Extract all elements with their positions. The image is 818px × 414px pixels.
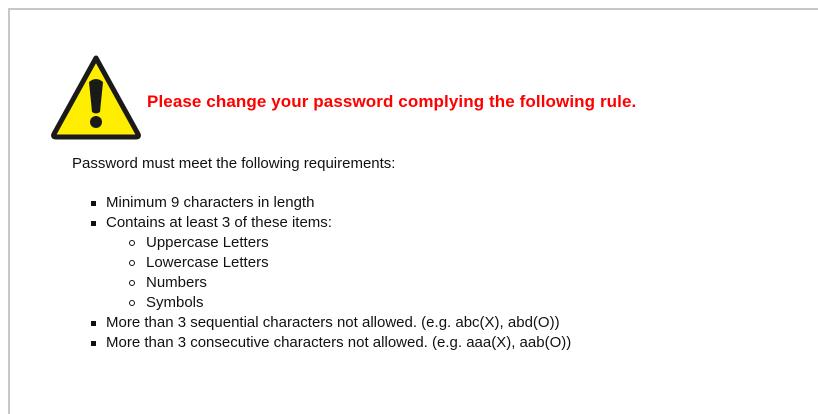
requirements-list: Minimum 9 characters in length Contains … bbox=[88, 193, 571, 353]
rule-consecutive: More than 3 consecutive characters not a… bbox=[88, 333, 571, 353]
character-class-list: Uppercase Letters Lowercase Letters Numb… bbox=[106, 233, 571, 313]
rule-text: Minimum 9 characters in length bbox=[106, 194, 315, 211]
warning-heading: Please change your password complying th… bbox=[147, 92, 637, 111]
circle-bullet-icon bbox=[129, 300, 135, 306]
square-bullet-icon bbox=[91, 341, 96, 346]
rule-text: Contains at least 3 of these items: bbox=[106, 214, 332, 231]
rule-text: More than 3 consecutive characters not a… bbox=[106, 334, 572, 351]
circle-bullet-icon bbox=[129, 280, 135, 286]
rule-sequential: More than 3 sequential characters not al… bbox=[88, 313, 571, 333]
class-item-text: Lowercase Letters bbox=[146, 254, 269, 271]
class-item-text: Uppercase Letters bbox=[146, 234, 269, 251]
rule-text: More than 3 sequential characters not al… bbox=[106, 314, 560, 331]
square-bullet-icon bbox=[91, 221, 96, 226]
class-item-numbers: Numbers bbox=[106, 273, 571, 293]
requirements-intro: Password must meet the following require… bbox=[72, 155, 396, 172]
notice-panel: Please change your password complying th… bbox=[8, 8, 818, 414]
rule-min-length: Minimum 9 characters in length bbox=[88, 193, 571, 213]
square-bullet-icon bbox=[91, 321, 96, 326]
class-item-text: Symbols bbox=[146, 294, 204, 311]
class-item-lowercase: Lowercase Letters bbox=[106, 253, 571, 273]
class-item-text: Numbers bbox=[146, 274, 207, 291]
class-item-symbols: Symbols bbox=[106, 293, 571, 313]
circle-bullet-icon bbox=[129, 260, 135, 266]
class-item-uppercase: Uppercase Letters bbox=[106, 233, 571, 253]
circle-bullet-icon bbox=[129, 240, 135, 246]
warning-icon bbox=[51, 55, 141, 140]
rule-character-classes: Contains at least 3 of these items: Uppe… bbox=[88, 213, 571, 313]
square-bullet-icon bbox=[91, 201, 96, 206]
